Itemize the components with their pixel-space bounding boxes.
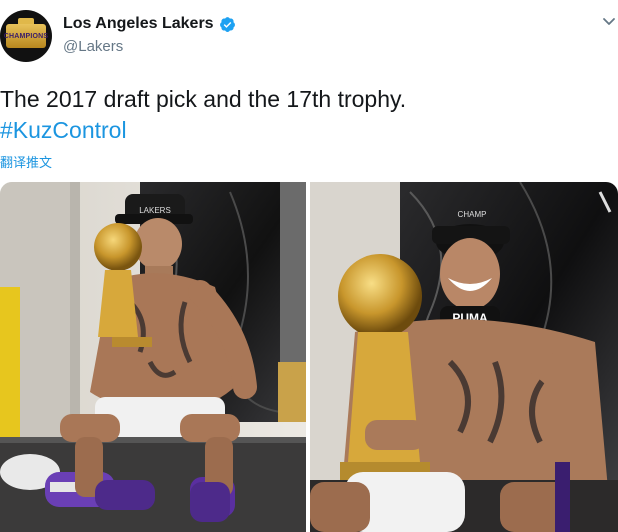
- photo-right-image: CHAMP PUMA: [310, 182, 618, 532]
- svg-text:CHAMP: CHAMP: [458, 210, 487, 219]
- avatar[interactable]: CHAMPIONS: [0, 10, 52, 62]
- svg-text:LAKERS: LAKERS: [139, 206, 171, 215]
- tweet-line: The 2017 draft pick and the 17th trophy.: [0, 86, 407, 112]
- hashtag-link[interactable]: #KuzControl: [0, 115, 406, 146]
- photo-right[interactable]: CHAMP PUMA: [310, 182, 618, 532]
- handle[interactable]: @Lakers: [63, 38, 123, 55]
- chevron-down-icon[interactable]: [602, 14, 616, 28]
- tweet-header: CHAMPIONS Los Angeles Lakers @Lakers: [0, 0, 618, 70]
- avatar-badge: CHAMPIONS: [4, 24, 48, 48]
- name-row[interactable]: Los Angeles Lakers: [63, 15, 236, 33]
- photo-left[interactable]: LAKERS: [0, 182, 306, 532]
- photo-left-image: LAKERS: [0, 182, 306, 532]
- translate-tweet-link[interactable]: 翻译推文: [0, 152, 52, 171]
- display-name[interactable]: Los Angeles Lakers: [63, 15, 214, 33]
- media-grid: LAKERS CHAMP PUMA: [0, 182, 618, 532]
- verified-badge-icon: [219, 16, 235, 32]
- tweet-text: The 2017 draft pick and the 17th trophy.…: [0, 84, 406, 146]
